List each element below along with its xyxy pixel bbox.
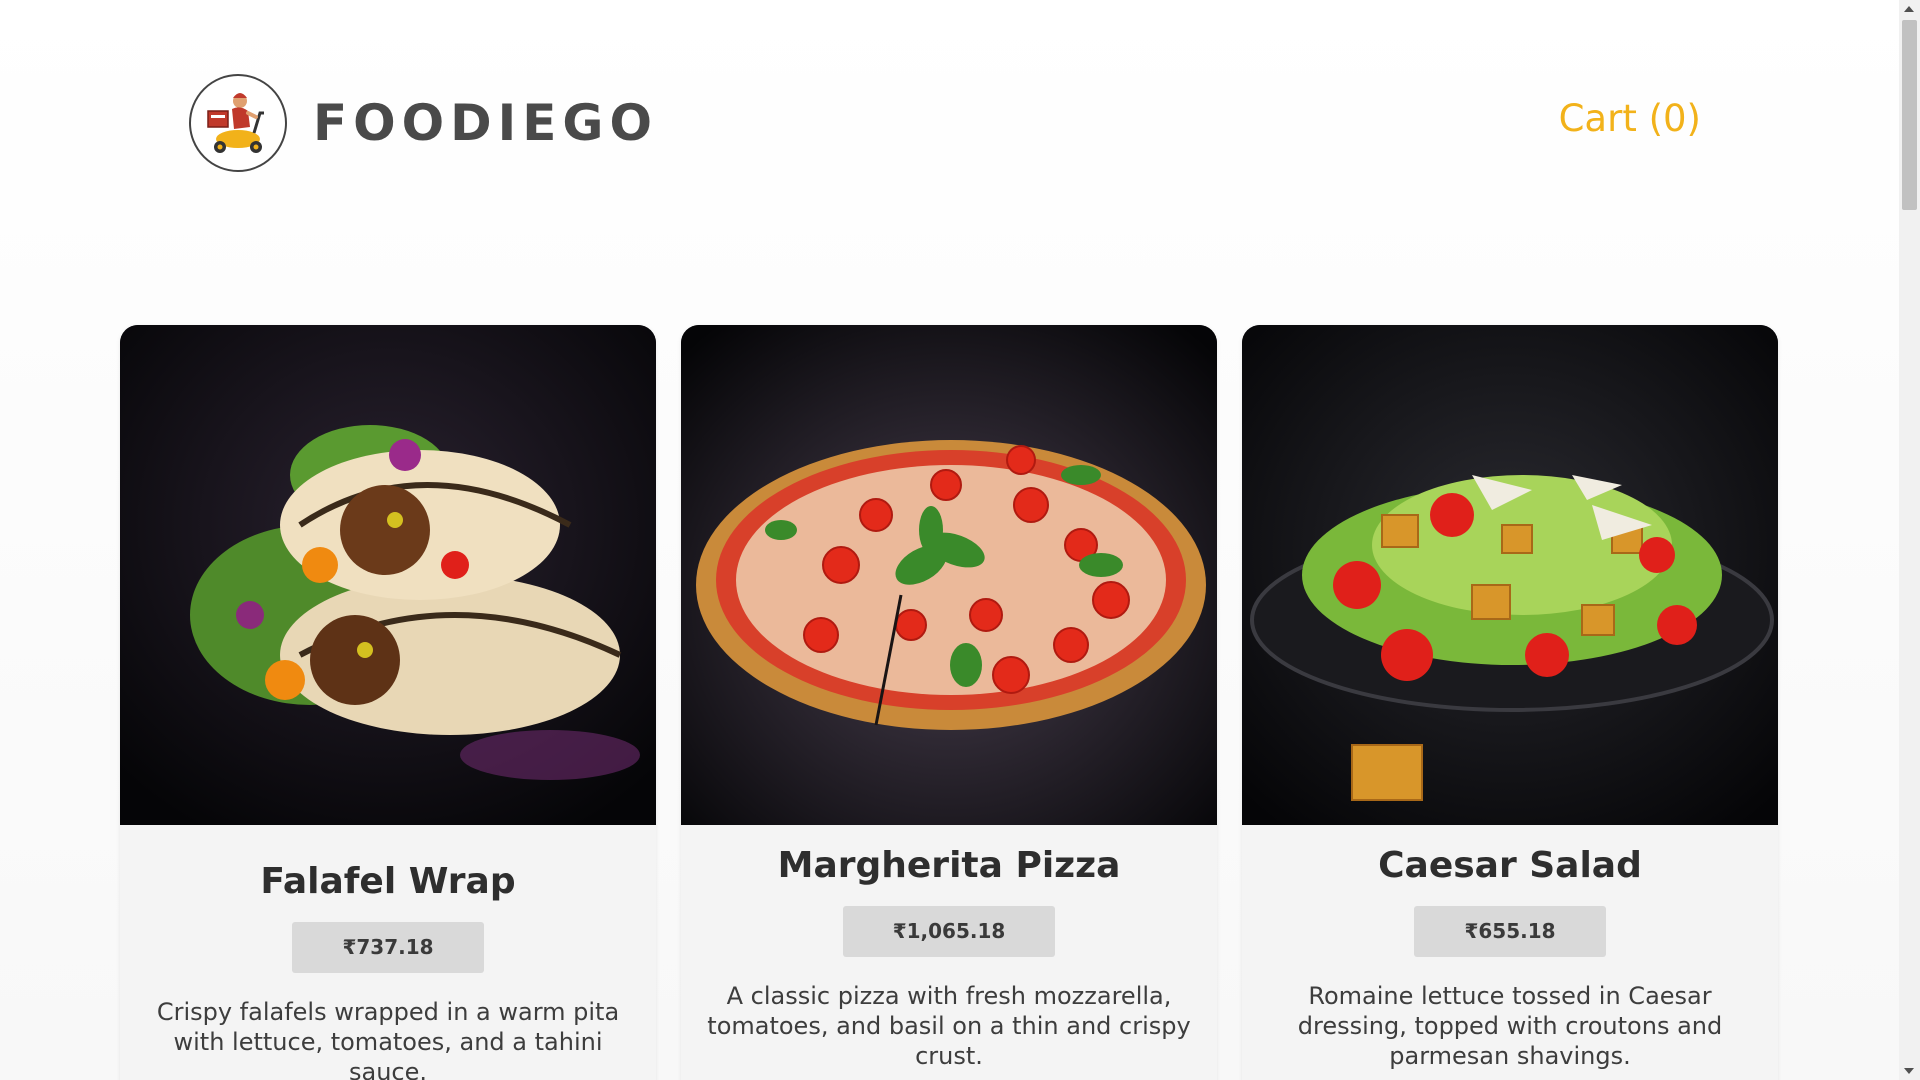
product-description: Romaine lettuce tossed in Caesar dressin… <box>1297 982 1723 1070</box>
delivery-scooter-icon <box>189 74 287 172</box>
price-badge: ₹1,065.18 <box>842 906 1056 957</box>
product-description: Crispy falafels wrapped in a warm pita w… <box>156 998 620 1080</box>
product-description: A classic pizza with fresh mozzarella, t… <box>707 982 1191 1070</box>
price-badge: ₹737.18 <box>292 922 484 973</box>
product-name: Falafel Wrap <box>260 861 516 902</box>
logo-link[interactable]: FOODIEGO <box>189 74 658 172</box>
product-card[interactable]: Falafel Wrap ₹737.18 Crispy falafels wra… <box>120 325 656 1080</box>
product-grid: Falafel Wrap ₹737.18 Crispy falafels wra… <box>120 325 1778 1080</box>
scrollbar-thumb[interactable] <box>1902 20 1917 210</box>
product-name: Caesar Salad <box>1378 845 1642 886</box>
cart-link[interactable]: Cart (0) <box>1559 100 1701 137</box>
caesar-salad-image <box>1242 325 1778 825</box>
product-card[interactable]: Margherita Pizza ₹1,065.18 A classic piz… <box>681 325 1217 1080</box>
site-header: FOODIEGO Cart (0) <box>0 0 1899 260</box>
product-name: Margherita Pizza <box>777 845 1121 886</box>
page: FOODIEGO Cart (0) Falafel Wrap ₹737.18 C… <box>0 0 1899 1080</box>
falafel-wrap-image <box>120 325 656 825</box>
vertical-scrollbar[interactable] <box>1899 0 1920 1080</box>
price-badge: ₹655.18 <box>1414 906 1606 957</box>
product-card[interactable]: Caesar Salad ₹655.18 Romaine lettuce tos… <box>1242 325 1778 1080</box>
scroll-up-arrow-icon[interactable] <box>1904 6 1914 12</box>
brand-name: FOODIEGO <box>313 94 658 152</box>
margherita-pizza-image <box>681 325 1217 825</box>
scroll-down-arrow-icon[interactable] <box>1904 1068 1914 1074</box>
